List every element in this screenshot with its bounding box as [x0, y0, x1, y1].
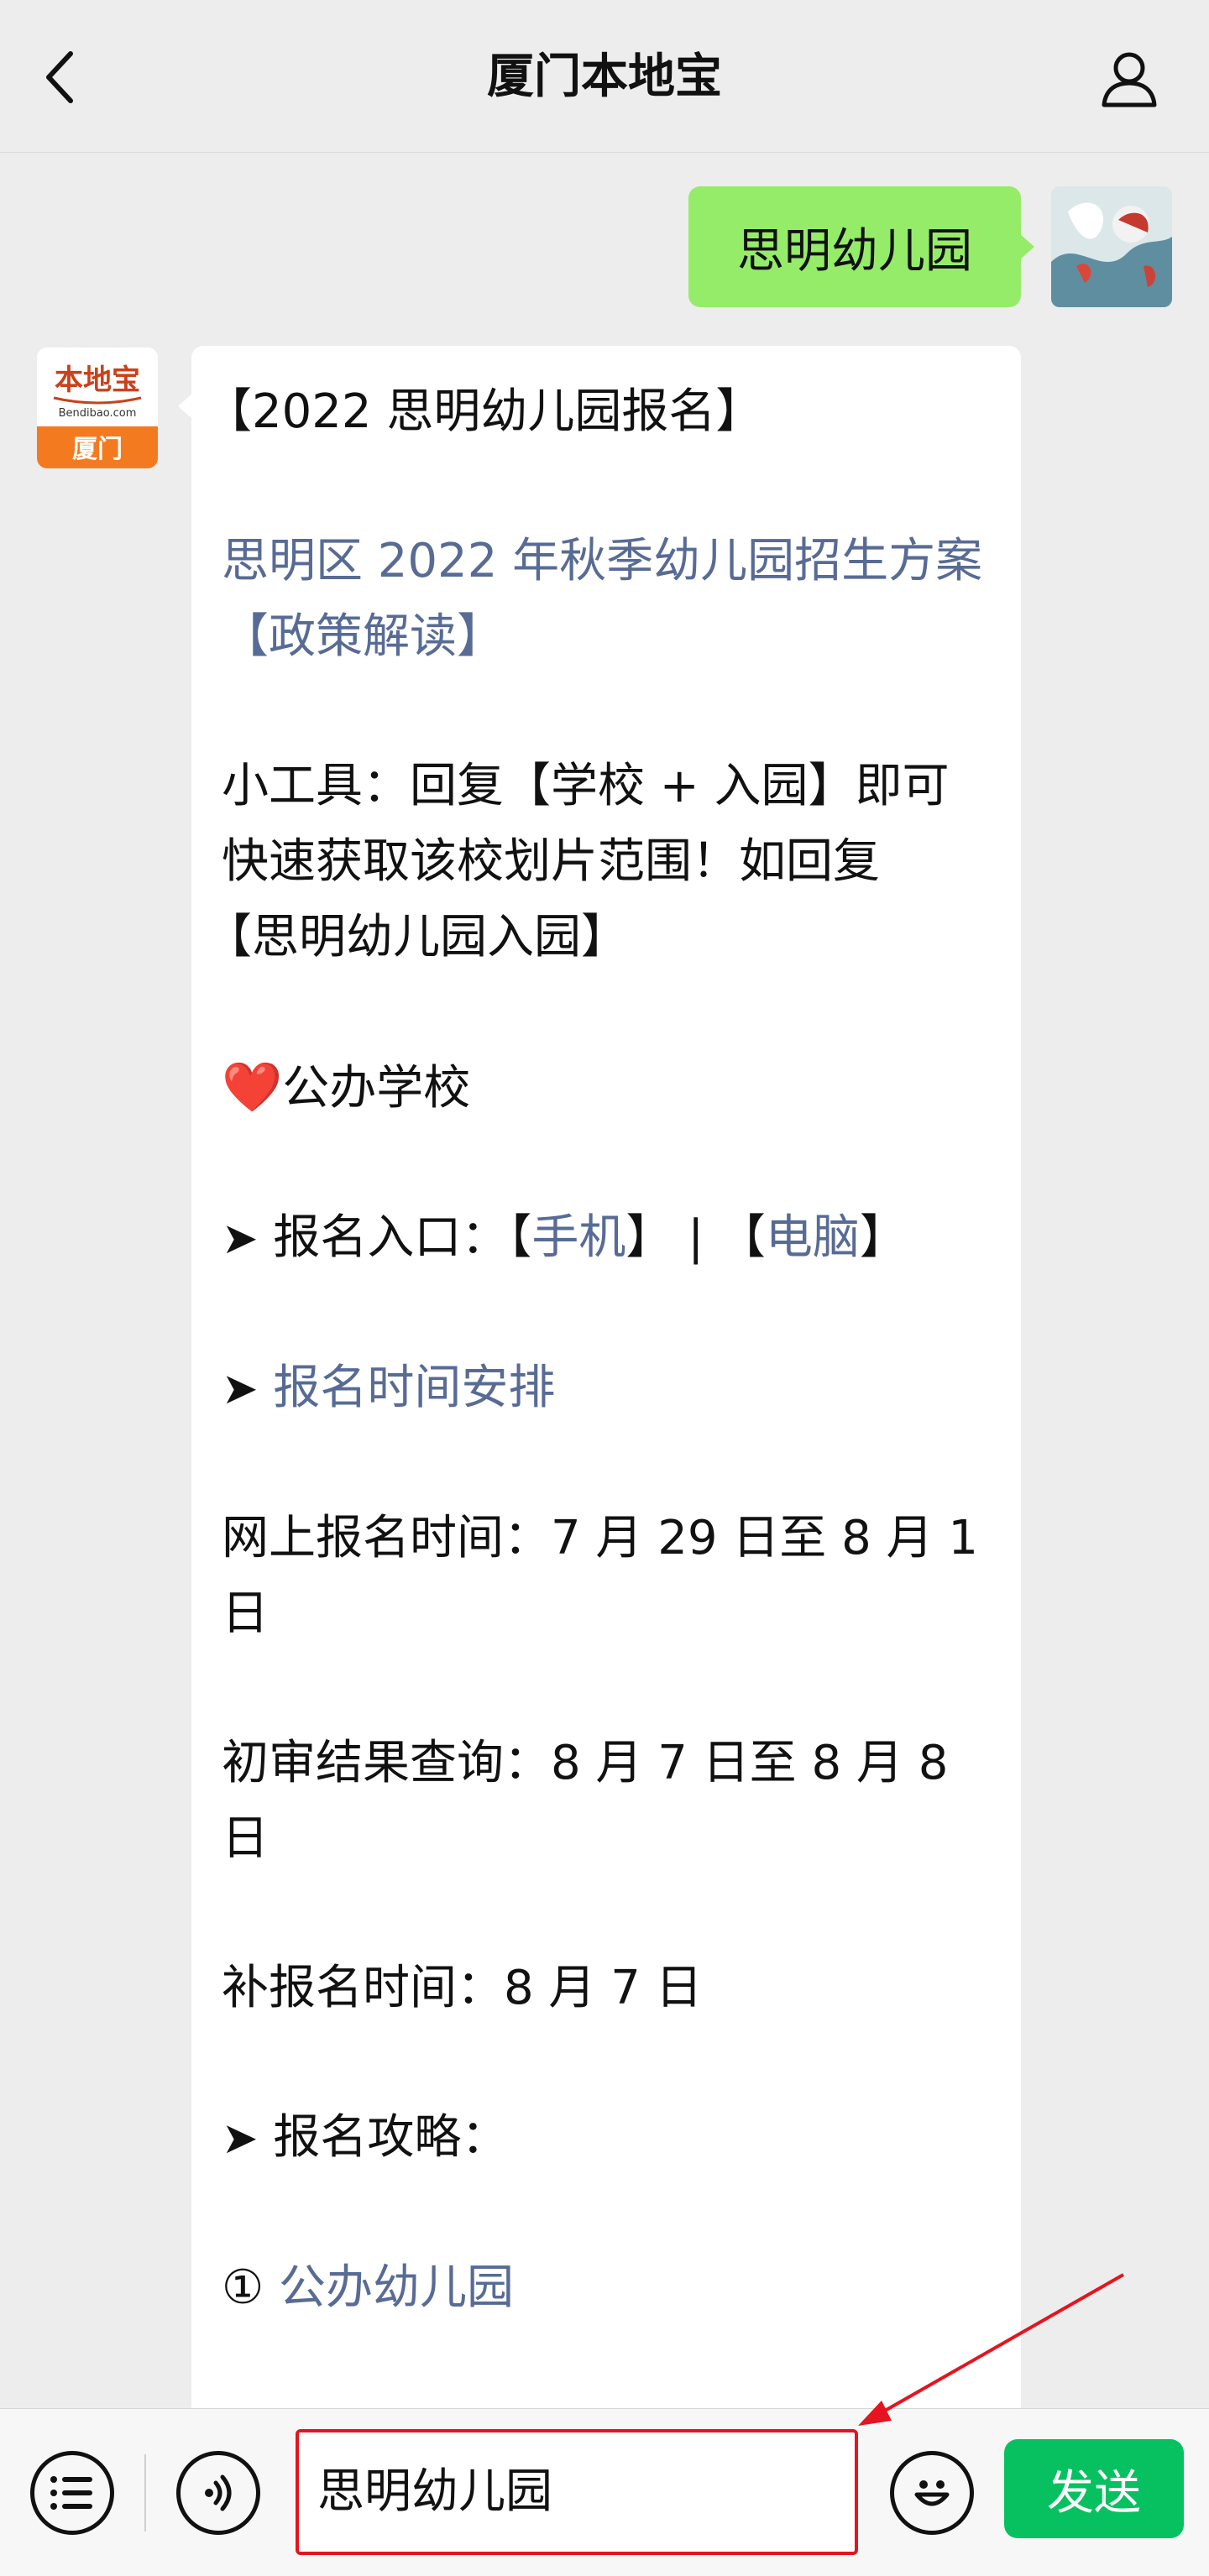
bot-reply-bubble: 【2022 思明幼儿园报名】 思明区 2022 年秋季幼儿园招生方案【政策解读】…	[178, 346, 1021, 2408]
user-message-bubble[interactable]: 思明幼儿园	[688, 186, 1034, 307]
person-icon	[1102, 52, 1157, 107]
tool-tip-paragraph: 小工具：回复【学校 + 入园】即可快速获取该校划片范围！如回复 【思明幼儿园入园…	[205, 749, 987, 975]
tool-tip-example: 【思明幼儿园入园】	[205, 910, 628, 964]
bot-avatar[interactable]: 本地宝 Bendibao.com 厦门	[37, 347, 158, 468]
review-time-text: 初审结果查询：8 月 7 日至 8 月 8 日	[222, 1736, 949, 1866]
reply-heading: 【2022 思明幼儿园报名】	[205, 384, 763, 439]
smiley-icon	[914, 2480, 950, 2506]
online-time-text: 网上报名时间：7 月 29 日至 8 月 1 日	[222, 1511, 978, 1641]
user-avatar-image	[1051, 186, 1172, 307]
circled-one-number: ①	[222, 2260, 264, 2315]
entry-bracket-close: 】	[859, 1210, 907, 1265]
page-title: 厦门本地宝	[487, 50, 722, 104]
voice-icon	[205, 2474, 232, 2511]
list-menu-icon	[50, 2476, 92, 2510]
bendibao-logo: 本地宝 Bendibao.com 厦门	[37, 347, 158, 468]
policy-link[interactable]: 思明区 2022 年秋季幼儿园招生方案【政策解读】	[222, 524, 987, 675]
schedule-link[interactable]: 报名时间安排	[273, 1361, 555, 1415]
entry-line: ➤ 报名入口：【手机】 | 【电脑】	[222, 1200, 987, 1277]
entry-separator: 】 | 【	[625, 1210, 766, 1265]
send-button[interactable]: 发送	[1004, 2439, 1184, 2538]
public-school-heading: ❤️公办学校	[222, 1049, 987, 1126]
guide-item-2: ②	[222, 2400, 987, 2408]
menu-button[interactable]	[30, 2451, 114, 2535]
heart-icon: ❤️	[222, 1058, 283, 1116]
voice-input-button[interactable]	[176, 2451, 260, 2535]
message-input[interactable]: 思明幼儿园	[296, 2429, 858, 2555]
user-avatar[interactable]	[1051, 186, 1172, 307]
entry-bracket-open: 【	[508, 1210, 532, 1265]
svg-text:本地宝: 本地宝	[55, 363, 140, 397]
input-toolbar: 思明幼儿园 发送	[0, 2408, 1209, 2576]
pc-entry-link[interactable]: 电脑	[766, 1210, 860, 1265]
toolbar-divider	[144, 2454, 146, 2532]
tool-tip-text: 小工具：回复【学校 + 入园】即可快速获取该校划片范围！如回复	[222, 759, 950, 889]
public-school-label: 公办学校	[282, 1061, 471, 1116]
entry-label: 报名入口：	[273, 1210, 509, 1265]
top-nav-bar: 厦门本地宝	[0, 0, 1209, 153]
arrow-icon: ➤	[222, 1214, 259, 1264]
arrow-icon: ➤	[222, 1364, 259, 1414]
profile-button[interactable]	[1091, 40, 1167, 116]
chat-area[interactable]: 思明幼儿园 本地宝 Bendibao.com 厦门 【2022 思明幼儿园报名】…	[0, 153, 1209, 2408]
svg-text:厦门: 厦门	[72, 435, 123, 464]
schedule-line: ➤ 报名时间安排	[222, 1351, 987, 1427]
emoji-button[interactable]	[890, 2451, 974, 2535]
arrow-icon: ➤	[222, 2114, 259, 2164]
policy-link-text[interactable]: 思明区 2022 年秋季幼儿园招生方案【政策解读】	[222, 534, 982, 664]
guide-line: ➤ 报名攻略：	[222, 2100, 987, 2176]
public-kindergarten-link[interactable]: 公办幼儿园	[279, 2260, 514, 2315]
guide-item-1: ① 公办幼儿园	[222, 2250, 987, 2326]
supplement-time-text: 补报名时间：8 月 7 日	[222, 1961, 703, 2015]
mobile-entry-link[interactable]: 手机	[531, 1210, 625, 1265]
guide-label: 报名攻略：	[273, 2110, 509, 2165]
svg-text:Bendibao.com: Bendibao.com	[59, 407, 137, 420]
